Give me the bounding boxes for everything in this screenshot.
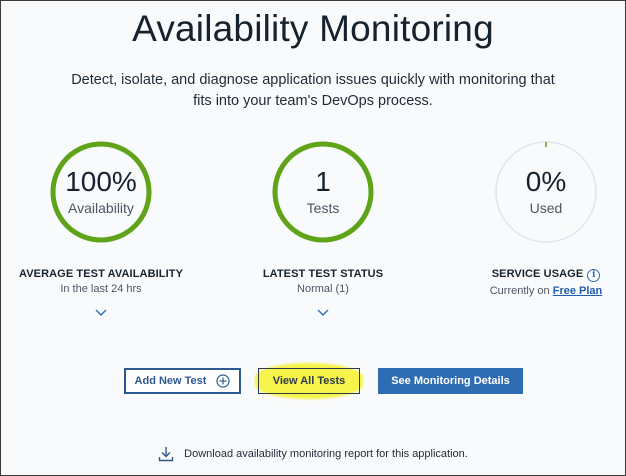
download-report-text: Download availability monitoring report …	[184, 448, 468, 460]
metric-detail: Currently on Free Plan	[441, 285, 626, 297]
view-all-tests-button[interactable]: View All Tests	[258, 368, 360, 394]
page-subtitle: Detect, isolate, and diagnose applicatio…	[71, 72, 555, 109]
add-new-test-label: Add New Test	[134, 375, 207, 387]
usage-sub: Used	[529, 200, 563, 216]
metric-label: AVERAGE TEST AVAILABILITY	[18, 268, 184, 280]
usage-value: 0%	[525, 166, 567, 197]
metric-label: LATEST TEST STATUS	[262, 268, 384, 280]
availability-sub: Availability	[68, 200, 134, 216]
metric-service-usage: 0% Used SERVICE USAGE i Currently on Free…	[441, 140, 626, 297]
metric-latest-test-status: 1 Tests LATEST TEST STATUS Normal (1)	[218, 140, 428, 319]
availability-ring: 100% Availability	[49, 140, 153, 244]
free-plan-link[interactable]: Free Plan	[553, 285, 603, 297]
metric-detail: In the last 24 hrs	[60, 283, 142, 295]
plan-prefix: Currently on	[489, 285, 550, 297]
chevron-down-icon[interactable]	[218, 309, 428, 319]
metric-label: SERVICE USAGE i	[441, 268, 626, 282]
chevron-down-icon[interactable]	[0, 309, 206, 319]
tests-value: 1	[315, 166, 331, 197]
info-icon[interactable]: i	[587, 269, 601, 282]
tests-sub: Tests	[306, 200, 340, 216]
add-new-test-button[interactable]: Add New Test	[124, 368, 241, 394]
metric-detail: Normal (1)	[297, 283, 349, 295]
download-report-link[interactable]: Download availability monitoring report …	[0, 446, 626, 462]
plus-circle-icon	[216, 374, 231, 388]
see-monitoring-details-button[interactable]: See Monitoring Details	[378, 368, 523, 394]
tests-ring: 1 Tests	[271, 140, 375, 244]
metric-label-text: SERVICE USAGE	[491, 268, 584, 280]
see-monitoring-details-label: See Monitoring Details	[391, 375, 510, 387]
page-title: Availability Monitoring	[132, 8, 494, 49]
usage-ring: 0% Used	[494, 140, 598, 244]
availability-value: 100%	[65, 166, 137, 197]
download-icon	[158, 447, 174, 462]
metric-average-availability: 100% Availability AVERAGE TEST AVAILABIL…	[0, 140, 206, 319]
view-all-tests-label: View All Tests	[272, 375, 346, 387]
